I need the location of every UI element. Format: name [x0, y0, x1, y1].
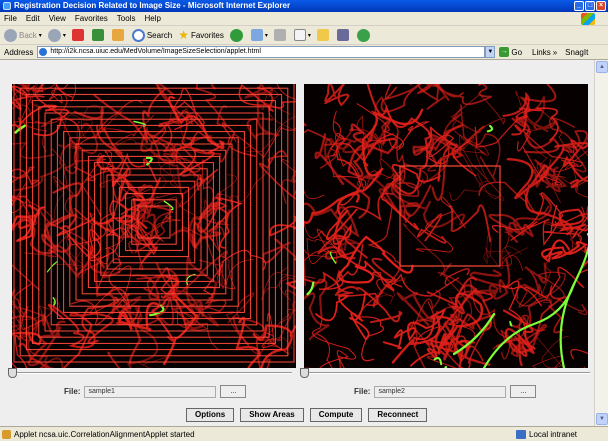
address-bar: Address http://i2k.ncsa.uiuc.edu/MedVolu…	[0, 45, 608, 60]
forward-button[interactable]: ▾	[47, 28, 66, 42]
left-file-field[interactable]: sample1	[84, 385, 217, 398]
stop-button[interactable]	[71, 29, 86, 41]
right-micrograph	[304, 84, 588, 368]
chevron-right-icon: »	[552, 47, 558, 57]
left-image-panel[interactable]	[12, 84, 296, 368]
right-file-label: File:	[354, 387, 371, 396]
page-icon	[39, 48, 48, 56]
address-label: Address	[4, 47, 34, 57]
print-button[interactable]	[273, 29, 288, 41]
window-titlebar: Registration Decision Related to Image S…	[0, 0, 608, 12]
status-text: Applet ncsa.uic.CorrelationAlignmentAppl…	[14, 429, 195, 439]
snagit-button[interactable]: SnagIt	[565, 48, 588, 57]
window-title: Registration Decision Related to Image S…	[14, 1, 291, 10]
window-controls: _ □ ×	[574, 1, 606, 11]
back-arrow-icon	[4, 28, 17, 42]
right-slider[interactable]	[300, 368, 590, 378]
research-button[interactable]	[336, 29, 351, 41]
messenger-button[interactable]	[356, 28, 372, 42]
scroll-down-icon[interactable]: ▼	[596, 413, 608, 425]
status-bar: Applet ncsa.uic.CorrelationAlignmentAppl…	[0, 426, 608, 441]
folder-icon	[316, 29, 329, 41]
home-icon	[111, 29, 124, 41]
left-slider[interactable]	[8, 368, 292, 378]
address-dropdown[interactable]: ▼	[485, 46, 496, 58]
refresh-button[interactable]	[91, 29, 106, 41]
left-file-label: File:	[64, 387, 81, 396]
java-icon	[2, 429, 11, 439]
right-browse-button[interactable]: ...	[510, 385, 537, 398]
left-micrograph	[12, 84, 296, 368]
forward-arrow-icon	[47, 28, 61, 42]
back-button[interactable]: Back ▾	[4, 28, 42, 42]
media-button[interactable]	[229, 28, 245, 42]
compute-button[interactable]: Compute	[309, 408, 363, 422]
edit-button[interactable]: ▾	[293, 29, 311, 41]
address-url: http://i2k.ncsa.uiuc.edu/MedVolume/Image…	[50, 48, 261, 55]
right-slider-track	[300, 372, 590, 374]
messenger-icon	[356, 28, 370, 42]
search-button[interactable]: Search	[131, 28, 173, 42]
go-button[interactable]: → Go	[499, 47, 522, 57]
back-label: Back	[19, 30, 37, 40]
research-icon	[336, 29, 349, 41]
menu-file[interactable]: File	[4, 14, 17, 23]
address-input[interactable]: http://i2k.ncsa.uiuc.edu/MedVolume/Image…	[37, 46, 486, 58]
refresh-icon	[91, 29, 104, 41]
word-icon	[293, 29, 306, 41]
menu-favorites[interactable]: Favorites	[75, 14, 108, 23]
zone-label: Local intranet	[529, 429, 578, 439]
menu-view[interactable]: View	[49, 14, 66, 23]
ie-icon	[3, 2, 11, 10]
links-button[interactable]: Links	[532, 48, 551, 57]
star-icon: ★	[178, 28, 189, 42]
go-label: Go	[511, 47, 523, 57]
status-text-area: Applet ncsa.uic.CorrelationAlignmentAppl…	[0, 429, 470, 439]
left-slider-thumb[interactable]	[8, 368, 17, 378]
show-areas-button[interactable]: Show Areas	[240, 408, 304, 422]
right-image-panel[interactable]	[304, 84, 588, 368]
favorites-label: Favorites	[190, 30, 224, 40]
scroll-up-icon[interactable]: ▲	[596, 61, 608, 73]
vertical-scrollbar[interactable]: ▲ ▼	[594, 60, 608, 426]
right-file-field[interactable]: sample2	[374, 385, 507, 398]
mail-button[interactable]: ▾	[250, 29, 268, 41]
home-button[interactable]	[111, 29, 126, 41]
intranet-icon	[516, 429, 526, 439]
search-label: Search	[146, 30, 173, 40]
search-icon	[131, 28, 145, 42]
right-slider-thumb[interactable]	[300, 368, 309, 378]
mail-icon	[250, 29, 263, 41]
stop-icon	[71, 29, 84, 41]
applet-area: File: sample1 ... File: sample2 ... Opti…	[0, 60, 594, 426]
action-buttons: Options Show Areas Compute Reconnect	[186, 408, 428, 422]
reconnect-button[interactable]: Reconnect	[368, 408, 428, 422]
right-file-row: File: sample2 ...	[354, 385, 537, 398]
security-zone: Local intranet	[516, 429, 578, 439]
menu-help[interactable]: Help	[144, 14, 160, 23]
left-slider-track	[8, 372, 292, 374]
toolbar: Back ▾ ▾ Search ★ Favorites ▾ ▾	[0, 26, 608, 45]
left-browse-button[interactable]: ...	[220, 385, 247, 398]
menu-edit[interactable]: Edit	[26, 14, 40, 23]
media-icon	[229, 28, 243, 42]
print-icon	[273, 29, 286, 41]
favorites-button[interactable]: ★ Favorites	[178, 28, 224, 42]
discuss-button[interactable]	[316, 29, 331, 41]
maximize-button[interactable]: □	[585, 1, 595, 11]
options-button[interactable]: Options	[186, 408, 235, 422]
menu-bar: File Edit View Favorites Tools Help	[0, 12, 608, 26]
menu-tools[interactable]: Tools	[117, 14, 136, 23]
close-button[interactable]: ×	[596, 1, 606, 11]
windows-logo-icon	[581, 13, 595, 25]
minimize-button[interactable]: _	[574, 1, 584, 11]
left-file-row: File: sample1 ...	[64, 385, 247, 398]
go-arrow-icon: →	[499, 47, 510, 57]
